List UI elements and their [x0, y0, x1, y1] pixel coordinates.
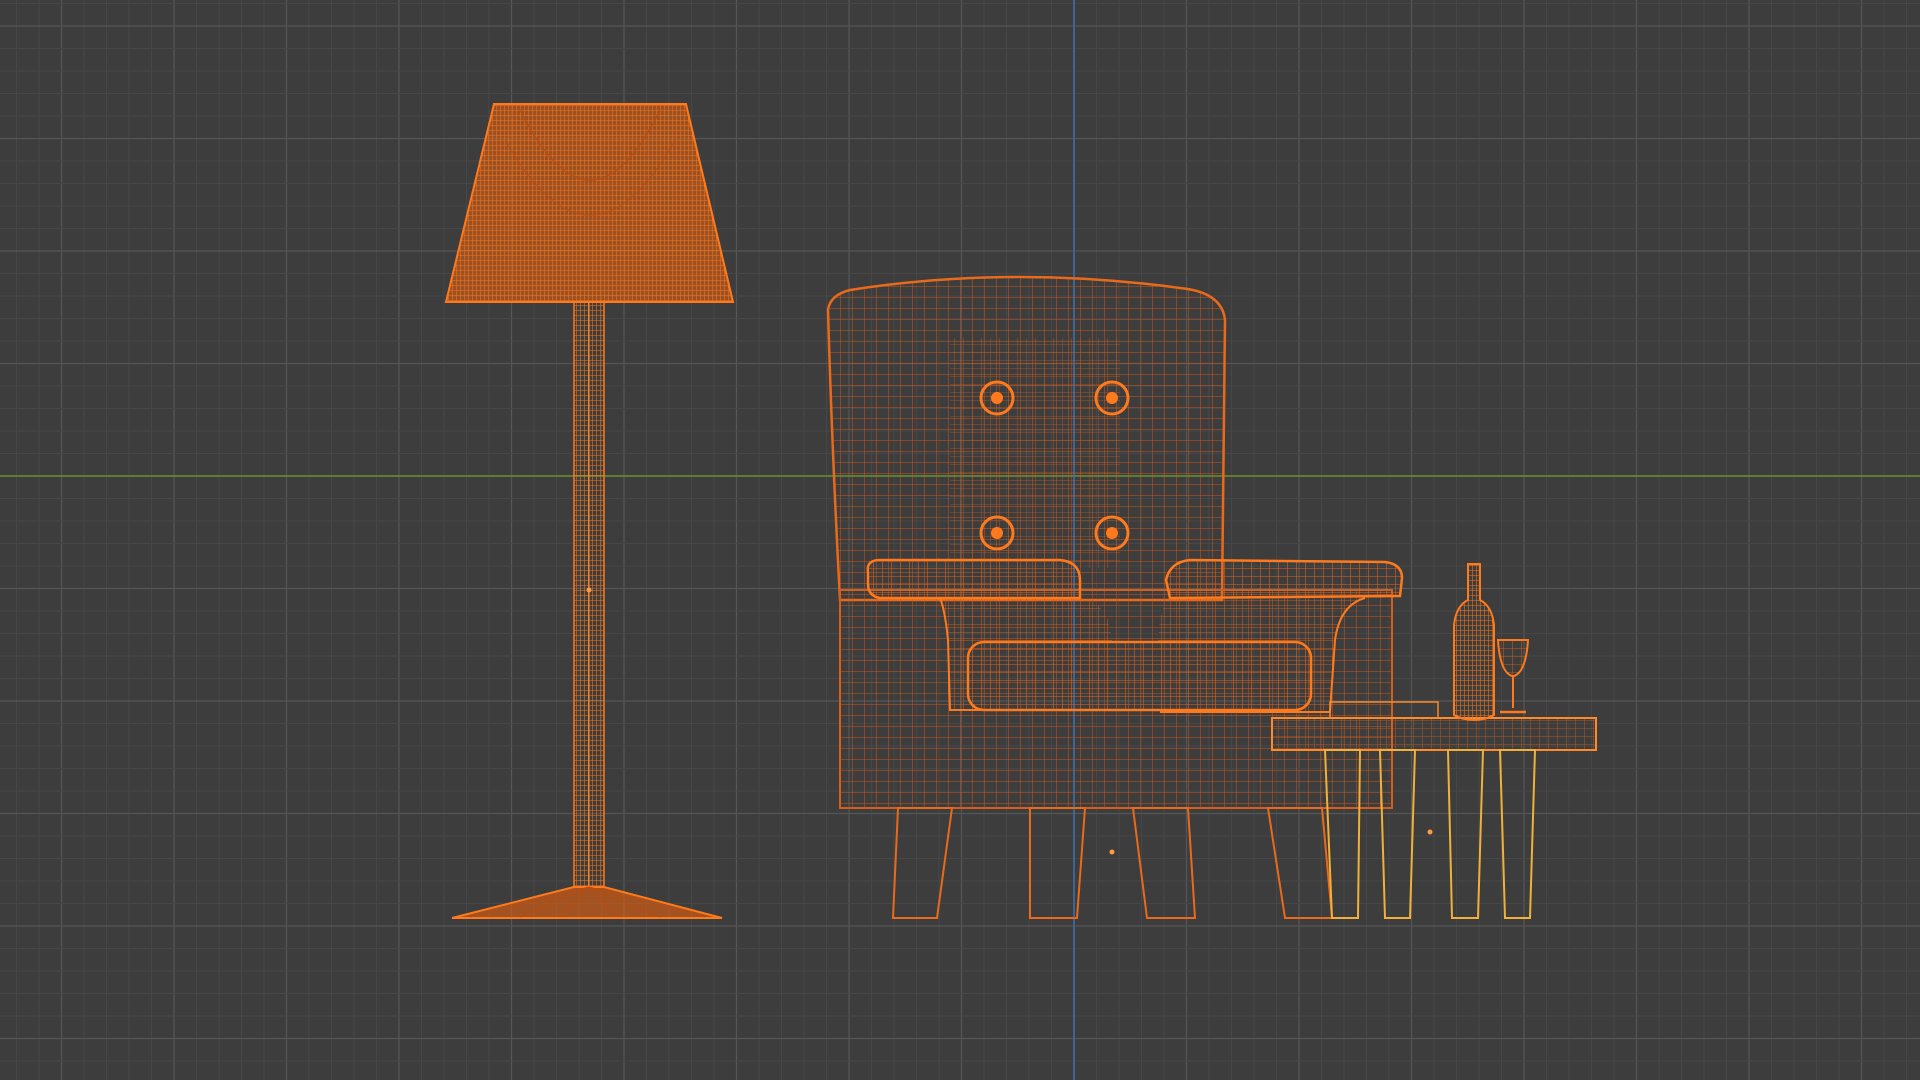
- side-table-origin: [1427, 829, 1433, 835]
- 3d-viewport[interactable]: [0, 0, 1920, 1080]
- wine-bottle[interactable]: [1453, 563, 1495, 722]
- armchair-legs[interactable]: [891, 807, 1334, 919]
- armchair-origin: [1109, 849, 1115, 855]
- floor-lamp[interactable]: [444, 103, 735, 919]
- wine-glass[interactable]: [1496, 639, 1530, 714]
- lamp-pole[interactable]: [573, 301, 605, 888]
- armchair-back[interactable]: [826, 275, 1227, 602]
- armchair-seat-cushion[interactable]: [966, 640, 1313, 712]
- armchair[interactable]: [826, 275, 1404, 919]
- lamp-origin: [586, 587, 592, 593]
- side-table[interactable]: [1271, 701, 1597, 919]
- scene-objects: [444, 103, 1597, 919]
- lamp-shade[interactable]: [444, 103, 735, 303]
- lamp-base[interactable]: [451, 886, 723, 919]
